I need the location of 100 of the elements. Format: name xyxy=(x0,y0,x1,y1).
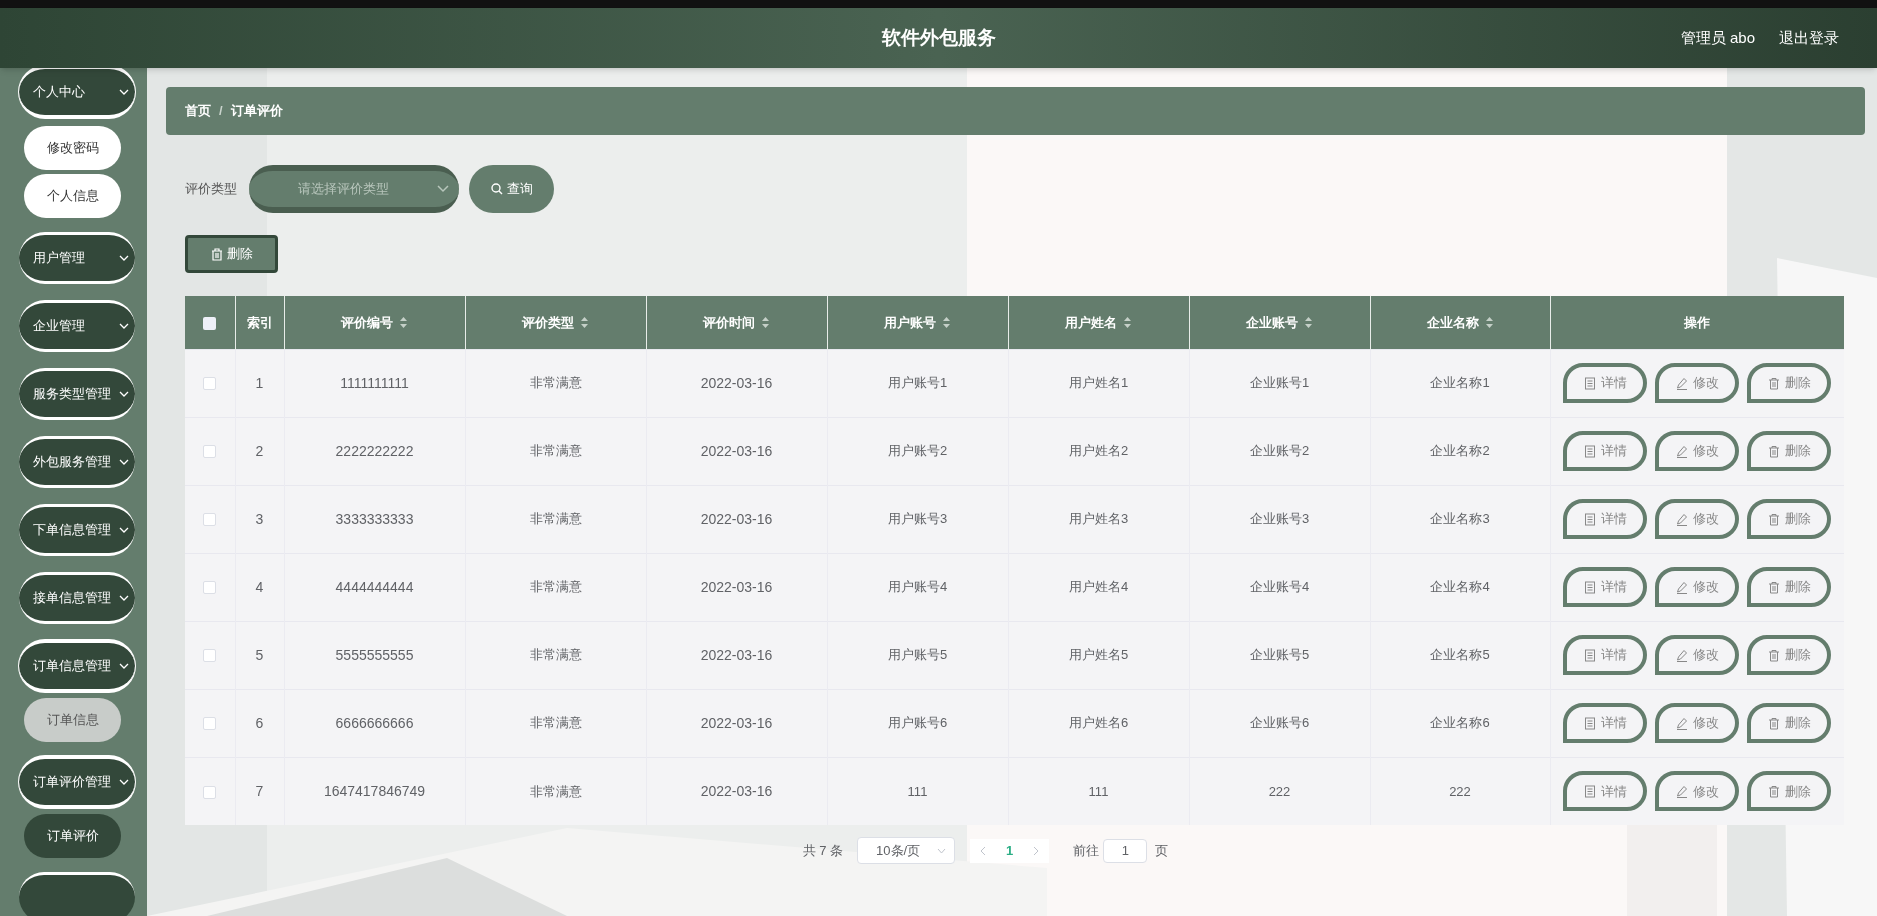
admin-name: 管理员 abo xyxy=(1680,27,1755,48)
table-cell: 企业账号4 xyxy=(1249,579,1310,595)
sidebar-item[interactable]: 个人中心 xyxy=(19,68,135,118)
table-cell: 企业账号2 xyxy=(1249,443,1310,459)
column-header: 评价编号 xyxy=(341,313,393,332)
trash-icon xyxy=(1767,580,1780,594)
row-checkbox[interactable] xyxy=(203,513,217,527)
row-checkbox[interactable] xyxy=(203,785,217,799)
trash-icon xyxy=(1767,648,1780,662)
column-header: 用户姓名 xyxy=(1065,313,1117,332)
table-cell: 6666666666 xyxy=(335,714,414,731)
sidebar-item[interactable]: 订单评价管理 xyxy=(19,756,135,808)
details-button[interactable]: 详情 xyxy=(1563,635,1648,675)
table-cell: 5555555555 xyxy=(335,646,414,663)
delete-button[interactable]: 删除 xyxy=(1747,431,1832,471)
table-cell: 企业名称1 xyxy=(1430,375,1490,391)
edit-button[interactable]: 修改 xyxy=(1655,635,1740,675)
sidebar-item[interactable]: 外包服务管理 xyxy=(19,436,135,488)
select-all-checkbox[interactable] xyxy=(203,316,217,330)
table-cell: 用户账号3 xyxy=(887,511,948,527)
sort-icon[interactable] xyxy=(580,315,589,329)
page-number[interactable]: 1 xyxy=(1006,840,1014,861)
trash-icon xyxy=(1767,512,1780,526)
edit-button[interactable]: 修改 xyxy=(1655,567,1740,607)
sort-icon[interactable] xyxy=(1123,315,1132,329)
pencil-icon xyxy=(1675,716,1688,730)
row-checkbox[interactable] xyxy=(203,445,217,459)
sidebar-item[interactable] xyxy=(19,872,135,916)
table-cell: 222 xyxy=(1268,783,1291,799)
sort-icon[interactable] xyxy=(942,315,951,329)
delete-button[interactable]: 删除 xyxy=(1747,771,1832,812)
submenu-item[interactable]: 订单评价 xyxy=(24,814,121,858)
sort-icon[interactable] xyxy=(761,315,770,329)
table-cell: 用户姓名2 xyxy=(1068,443,1129,459)
table-cell: 1647417846749 xyxy=(323,782,426,799)
type-select[interactable]: 请选择评价类型 xyxy=(249,165,459,213)
sidebar-item[interactable]: 下单信息管理 xyxy=(19,504,135,556)
next-page-icon[interactable] xyxy=(1033,845,1040,856)
table-cell: 2022-03-16 xyxy=(700,578,773,595)
sidebar-item[interactable]: 服务类型管理 xyxy=(19,368,135,420)
pencil-icon xyxy=(1675,784,1688,798)
delete-button[interactable]: 删除 xyxy=(1747,363,1832,403)
delete-button[interactable]: 删除 xyxy=(1747,499,1832,539)
table-cell: 1111111111 xyxy=(340,374,409,391)
table-cell: 企业名称4 xyxy=(1430,579,1490,595)
table-cell: 2022-03-16 xyxy=(700,782,773,799)
edit-button[interactable]: 修改 xyxy=(1655,703,1740,743)
sidebar-item[interactable]: 接单信息管理 xyxy=(19,572,135,624)
edit-button[interactable]: 修改 xyxy=(1655,771,1740,812)
row-checkbox[interactable] xyxy=(203,717,217,731)
filter-label: 评价类型 xyxy=(185,180,237,199)
submenu-item[interactable]: 修改密码 xyxy=(24,126,121,170)
edit-button[interactable]: 修改 xyxy=(1655,431,1740,471)
table-cell: 6 xyxy=(255,714,264,731)
table-cell: 5 xyxy=(255,646,264,663)
page-size-select[interactable]: 10条/页 xyxy=(857,837,956,864)
delete-button[interactable]: 删除 xyxy=(185,235,278,273)
table-cell: 用户姓名5 xyxy=(1068,647,1129,663)
sort-icon[interactable] xyxy=(1304,315,1313,329)
details-button[interactable]: 详情 xyxy=(1563,771,1648,812)
goto-label: 前往 xyxy=(1073,841,1100,860)
details-button[interactable]: 详情 xyxy=(1563,431,1648,471)
breadcrumb-link[interactable]: 首页 xyxy=(185,101,211,121)
details-button[interactable]: 详情 xyxy=(1563,703,1648,743)
row-checkbox[interactable] xyxy=(203,649,217,663)
delete-button[interactable]: 删除 xyxy=(1747,635,1832,675)
document-icon xyxy=(1583,716,1596,730)
table-cell: 用户姓名4 xyxy=(1068,579,1129,595)
details-button[interactable]: 详情 xyxy=(1563,567,1648,607)
row-checkbox[interactable] xyxy=(203,377,217,391)
details-button[interactable]: 详情 xyxy=(1563,363,1648,403)
delete-button[interactable]: 删除 xyxy=(1747,703,1832,743)
details-button[interactable]: 详情 xyxy=(1563,499,1648,539)
sidebar-item[interactable]: 用户管理 xyxy=(19,232,135,284)
delete-button[interactable]: 删除 xyxy=(1747,567,1832,607)
page-input[interactable]: 1 xyxy=(1103,838,1148,863)
chevron-down-icon xyxy=(119,663,129,669)
submenu-item[interactable]: 个人信息 xyxy=(24,174,121,218)
logout-link[interactable]: 退出登录 xyxy=(1779,26,1839,50)
submenu-item[interactable]: 订单信息 xyxy=(24,698,121,742)
table-cell: 3333333333 xyxy=(335,510,414,527)
document-icon xyxy=(1583,580,1596,594)
chevron-down-icon xyxy=(937,847,947,854)
sidebar-item[interactable]: 企业管理 xyxy=(19,300,135,352)
column-header: 评价类型 xyxy=(522,313,574,332)
column-header: 评价时间 xyxy=(703,313,755,332)
table-cell: 企业账号3 xyxy=(1249,511,1310,527)
table-cell: 7 xyxy=(255,782,264,799)
chevron-down-icon xyxy=(119,391,129,397)
table-cell: 111 xyxy=(907,783,928,799)
sort-icon[interactable] xyxy=(399,315,408,329)
sidebar-item[interactable]: 订单信息管理 xyxy=(19,640,135,692)
previous-page-icon[interactable] xyxy=(980,845,987,856)
table-cell: 用户姓名1 xyxy=(1068,375,1129,391)
edit-button[interactable]: 修改 xyxy=(1655,363,1740,403)
table-cell: 2022-03-16 xyxy=(700,510,773,527)
sort-icon[interactable] xyxy=(1484,315,1494,329)
edit-button[interactable]: 修改 xyxy=(1655,499,1740,539)
row-checkbox[interactable] xyxy=(203,581,217,595)
breadcrumb-current: 订单评价 xyxy=(230,102,283,121)
